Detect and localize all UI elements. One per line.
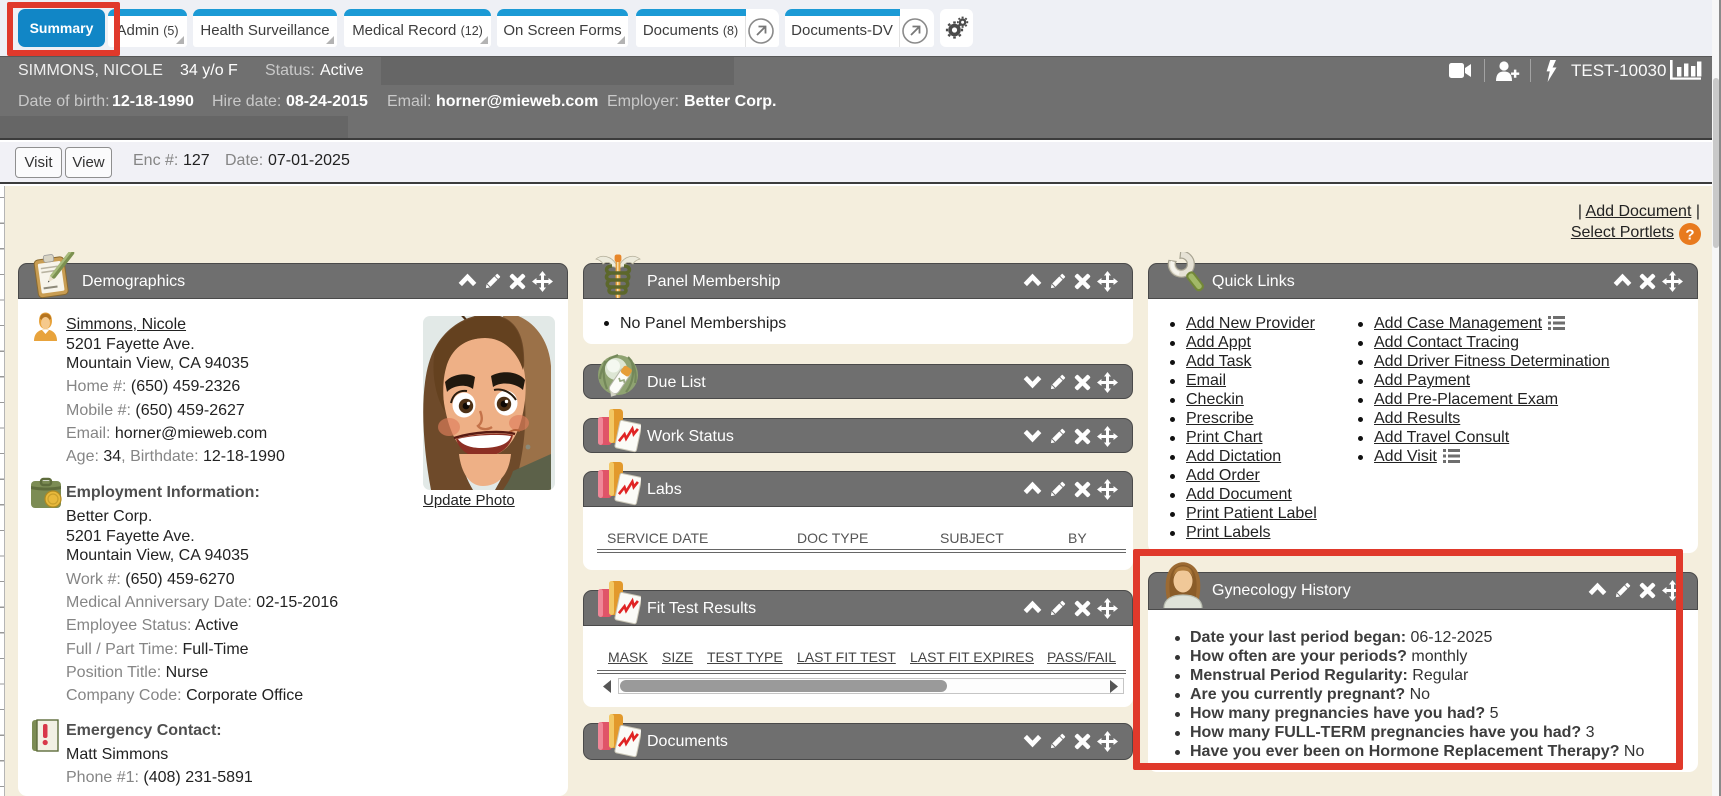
svg-text:?: ? <box>1685 227 1694 244</box>
